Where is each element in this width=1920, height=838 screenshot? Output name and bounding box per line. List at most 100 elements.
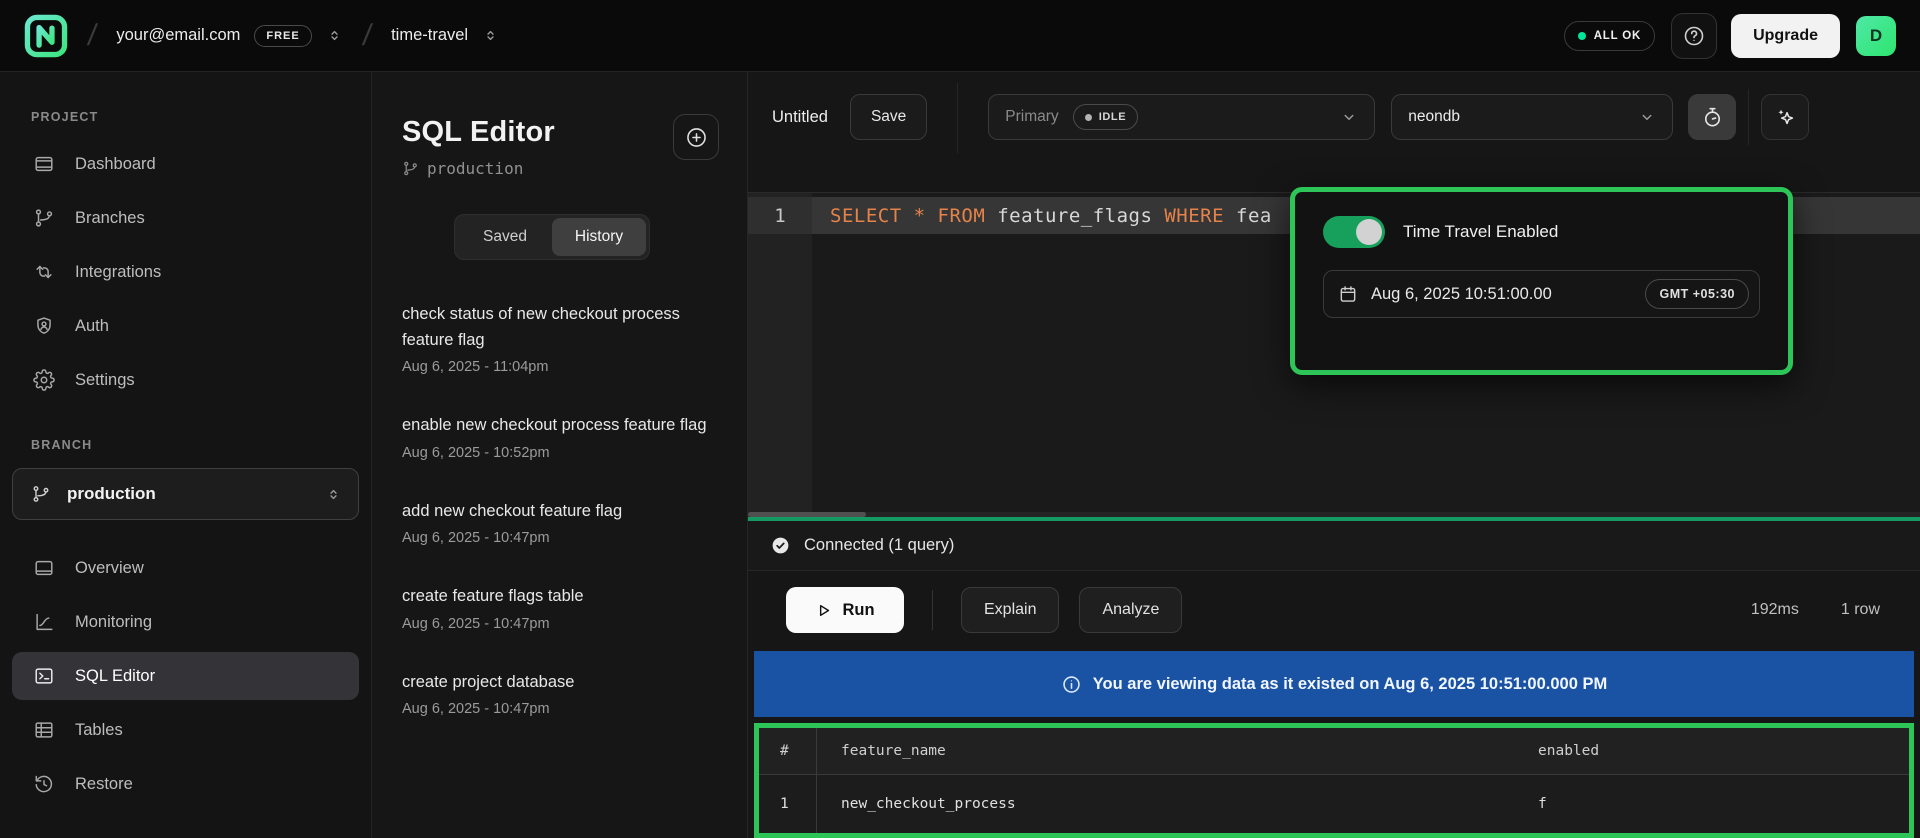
tab-history[interactable]: History	[552, 218, 646, 256]
info-icon	[1061, 674, 1082, 695]
top-bar: / your@email.com FREE / time-travel ALL …	[0, 0, 1920, 72]
save-button[interactable]: Save	[850, 94, 927, 140]
history-list: check status of new checkout process fea…	[402, 302, 747, 717]
column-header-index: #	[759, 728, 817, 774]
time-travel-label: Time Travel Enabled	[1403, 222, 1558, 242]
database-select[interactable]: neondb	[1391, 94, 1673, 140]
calendar-icon	[1338, 284, 1358, 304]
branch-icon	[402, 160, 419, 177]
tab-saved[interactable]: Saved	[458, 218, 552, 256]
nav-item-label: Monitoring	[75, 613, 152, 632]
history-item[interactable]: enable new checkout process feature flag…	[402, 413, 713, 461]
sidebar-item-auth[interactable]: Auth	[12, 302, 359, 350]
saved-history-tabs: SavedHistory	[454, 214, 650, 260]
dashboard-icon	[33, 153, 55, 175]
compute-select[interactable]: Primary IDLE	[988, 94, 1375, 140]
project-section-label: PROJECT	[12, 110, 359, 124]
connection-status-bar: Connected (1 query)	[748, 521, 1920, 571]
sparkles-icon	[1774, 106, 1797, 129]
explain-button[interactable]: Explain	[961, 587, 1059, 633]
overview-icon	[33, 557, 55, 579]
upgrade-button[interactable]: Upgrade	[1731, 14, 1840, 58]
sidebar-item-overview[interactable]: Overview	[12, 544, 359, 592]
plan-badge: FREE	[254, 25, 311, 47]
project-chevron-icon[interactable]	[482, 27, 499, 44]
sidebar-item-branches[interactable]: Branches	[12, 194, 359, 242]
compute-status-badge: IDLE	[1073, 104, 1138, 130]
timezone-badge: GMT +05:30	[1645, 279, 1749, 309]
branch-selector-value: production	[67, 484, 156, 504]
breadcrumb-project[interactable]: time-travel	[391, 26, 468, 45]
branch-selector[interactable]: production	[12, 468, 359, 520]
line-number: 1	[748, 197, 812, 234]
nav-item-label: Integrations	[75, 263, 161, 282]
ai-assist-button[interactable]	[1761, 94, 1809, 140]
connection-status-text: Connected (1 query)	[804, 536, 954, 555]
editor-toolbar: Untitled Save Primary IDLE neondb	[748, 72, 1920, 193]
analyze-button[interactable]: Analyze	[1079, 587, 1182, 633]
history-item-title: add new checkout feature flag	[402, 499, 713, 525]
toolbar-divider	[957, 83, 958, 153]
sql-token-keyword: *	[914, 205, 926, 227]
time-travel-popup: Time Travel Enabled Aug 6, 2025 10:51:00…	[1290, 187, 1793, 375]
history-item-date: Aug 6, 2025 - 10:47pm	[402, 530, 713, 546]
history-item[interactable]: create feature flags tableAug 6, 2025 - …	[402, 584, 713, 632]
time-travel-button[interactable]	[1688, 94, 1736, 140]
column-header-feature_name: feature_name	[817, 743, 1534, 759]
query-tab-title[interactable]: Untitled	[772, 94, 828, 140]
banner-text: You are viewing data as it existed on Au…	[1093, 675, 1607, 694]
sidebar-item-tables[interactable]: Tables	[12, 706, 359, 754]
sidebar-item-monitoring[interactable]: Monitoring	[12, 598, 359, 646]
help-button[interactable]	[1671, 13, 1717, 59]
datetime-value: Aug 6, 2025 10:51:00.00	[1371, 285, 1552, 304]
sidebar-item-integrations[interactable]: Integrations	[12, 248, 359, 296]
history-item[interactable]: add new checkout feature flag Aug 6, 2025…	[402, 499, 713, 547]
sql-token-plain: feature_flags	[985, 205, 1164, 227]
editor-gutter	[748, 193, 812, 517]
breadcrumb-slash: /	[360, 19, 373, 53]
nav-item-label: Auth	[75, 317, 109, 336]
time-travel-toggle[interactable]	[1323, 216, 1385, 248]
check-circle-icon	[770, 535, 791, 556]
panel-branch-label: production	[427, 159, 523, 178]
sidebar-item-restore[interactable]: Restore	[12, 760, 359, 808]
history-item-title: create feature flags table	[402, 584, 713, 610]
time-travel-datetime-field[interactable]: Aug 6, 2025 10:51:00.00 GMT +05:30	[1323, 270, 1760, 318]
nav-item-label: SQL Editor	[75, 667, 155, 686]
account-chevron-icon[interactable]	[326, 27, 343, 44]
sidebar-item-settings[interactable]: Settings	[12, 356, 359, 404]
history-item[interactable]: create project databaseAug 6, 2025 - 10:…	[402, 670, 713, 718]
run-label: Run	[842, 601, 874, 620]
restore-icon	[33, 773, 55, 795]
query-duration: 192ms	[1751, 601, 1799, 619]
table-cell: new_checkout_process	[817, 796, 1534, 812]
branch-icon	[31, 484, 51, 504]
sidebar-item-dashboard[interactable]: Dashboard	[12, 140, 359, 188]
chevron-down-icon	[1638, 108, 1656, 126]
history-item[interactable]: check status of new checkout process fea…	[402, 302, 713, 375]
sql-token-keyword: WHERE	[1164, 205, 1224, 227]
scrollbar-thumb[interactable]	[748, 512, 866, 517]
table-cell: f	[1534, 796, 1909, 812]
nav-item-label: Branches	[75, 209, 145, 228]
history-item-date: Aug 6, 2025 - 11:04pm	[402, 359, 713, 375]
history-item-title: check status of new checkout process fea…	[402, 302, 713, 353]
run-button[interactable]: Run	[786, 587, 904, 633]
editor-main: Untitled Save Primary IDLE neondb	[748, 72, 1920, 838]
avatar[interactable]: D	[1856, 16, 1896, 56]
tables-icon	[33, 719, 55, 741]
editor-horizontal-scrollbar[interactable]	[748, 512, 1920, 517]
new-query-button[interactable]	[673, 114, 719, 160]
table-row[interactable]: 1new_checkout_processf	[759, 775, 1909, 833]
table-cell: 1	[759, 775, 817, 833]
neon-logo-icon[interactable]	[24, 14, 68, 58]
sql-editor-icon	[33, 665, 55, 687]
status-dot-icon	[1578, 32, 1586, 40]
toggle-knob	[1356, 219, 1382, 245]
sql-token-plain	[926, 205, 938, 227]
sidebar-item-sql-editor[interactable]: SQL Editor	[12, 652, 359, 700]
actions-divider	[932, 590, 933, 630]
breadcrumb-account[interactable]: your@email.com	[116, 26, 240, 45]
status-badge[interactable]: ALL OK	[1564, 21, 1655, 51]
nav-item-label: Overview	[75, 559, 144, 578]
